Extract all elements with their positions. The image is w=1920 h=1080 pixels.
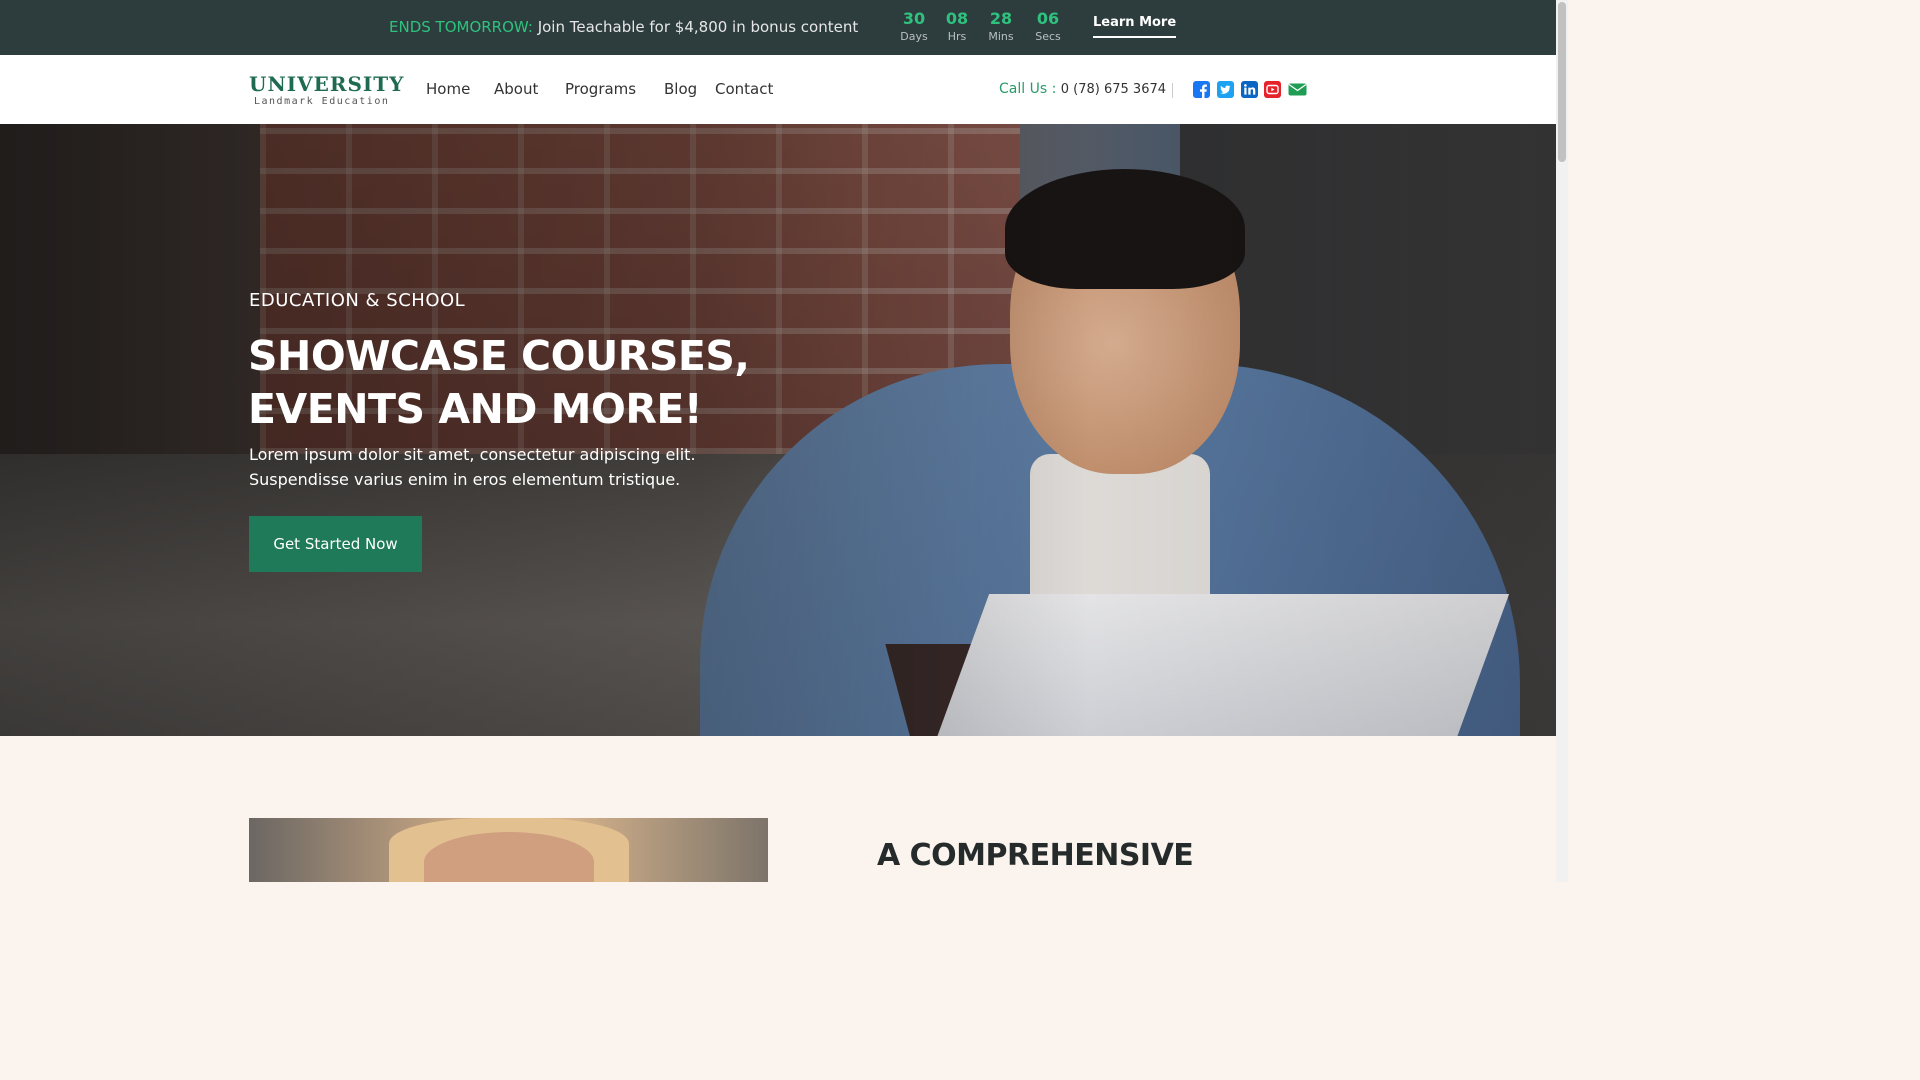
header-divider	[1172, 83, 1173, 98]
hero-headline-line: EVENTS AND MORE!	[248, 385, 703, 433]
countdown-unit: Hrs	[947, 30, 967, 43]
nav-blog[interactable]: Blog	[664, 80, 697, 98]
promo-message: Join Teachable for $4,800 in bonus conte…	[532, 18, 859, 36]
get-started-button[interactable]: Get Started Now	[249, 516, 422, 572]
promo-text: ENDS TOMORROW: Join Teachable for $4,800…	[389, 18, 858, 36]
countdown-value: 30	[902, 9, 926, 28]
promo-accent: ENDS TOMORROW:	[389, 18, 533, 36]
countdown-value: 08	[945, 9, 969, 28]
hero-description: Lorem ipsum dolor sit amet, consectetur …	[249, 442, 719, 492]
countdown-unit: Mins	[988, 30, 1014, 43]
nav-contact[interactable]: Contact	[715, 80, 773, 98]
nav-home[interactable]: Home	[426, 80, 470, 98]
phone-number[interactable]: 0 (78) 675 3674	[1061, 82, 1166, 97]
learn-more-link[interactable]: Learn More	[1093, 15, 1177, 38]
hero-headline: SHOWCASE COURSES, EVENTS AND MORE!	[248, 330, 808, 436]
hero-headline-line: SHOWCASE COURSES,	[248, 332, 750, 380]
scrollbar-thumb[interactable]	[1558, 2, 1566, 162]
site-logo[interactable]: UNIVERSITY Landmark Education	[249, 73, 404, 109]
logo-brand: UNIVERSITY	[249, 72, 405, 96]
facebook-icon[interactable]	[1193, 81, 1210, 98]
twitter-icon[interactable]	[1217, 81, 1234, 98]
countdown-minutes: 28 Mins	[979, 9, 1023, 44]
countdown-unit: Secs	[1035, 30, 1061, 43]
countdown-value: 28	[989, 9, 1013, 28]
nav-about[interactable]: About	[494, 80, 538, 98]
nav-programs[interactable]: Programs	[565, 80, 636, 98]
countdown-value: 06	[1036, 9, 1060, 28]
call-label: Call Us :	[999, 81, 1061, 97]
youtube-icon[interactable]	[1264, 81, 1281, 98]
call-us[interactable]: Call Us : 0 (78) 675 3674	[999, 81, 1166, 97]
announcement-bar: ENDS TOMORROW: Join Teachable for $4,800…	[0, 0, 1556, 55]
countdown-hours: 08 Hrs	[935, 9, 979, 44]
countdown-unit: Days	[900, 30, 928, 43]
countdown-days: 30 Days	[892, 9, 936, 44]
email-icon[interactable]	[1288, 81, 1307, 98]
linkedin-icon[interactable]	[1241, 81, 1258, 98]
section-photo	[249, 818, 768, 882]
section-title: A COMPREHENSIVE	[877, 838, 1194, 873]
countdown-seconds: 06 Secs	[1026, 9, 1070, 44]
site-header: UNIVERSITY Landmark Education Home About…	[0, 55, 1556, 124]
hero-description-line: Lorem ipsum dolor sit amet, consectetur …	[249, 445, 696, 464]
hero-description-line: Suspendisse varius enim in eros elementu…	[249, 470, 681, 489]
logo-tagline: Landmark Education	[254, 96, 390, 107]
hero-eyebrow: EDUCATION & SCHOOL	[249, 290, 466, 311]
